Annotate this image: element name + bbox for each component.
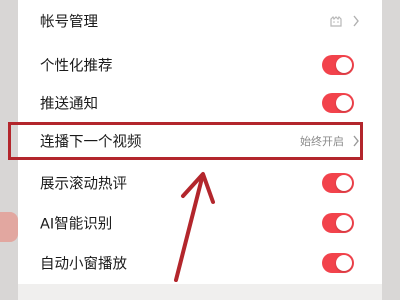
setting-label: 帐号管理 <box>40 14 98 31</box>
setting-label: 自动小窗播放 <box>40 256 127 273</box>
chevron-right-icon <box>353 15 359 27</box>
ai-recognition-toggle[interactable] <box>322 213 354 233</box>
setting-row-push-notifications[interactable]: 推送通知 <box>18 84 382 122</box>
background-right-edge <box>382 0 400 300</box>
toggle-knob <box>336 95 352 111</box>
setting-label: 个性化推荐 <box>40 58 113 75</box>
account-icon <box>330 15 342 27</box>
scrolling-hot-comments-toggle[interactable] <box>322 173 354 193</box>
toggle-knob <box>336 255 352 271</box>
setting-row-auto-mini-window[interactable]: 自动小窗播放 <box>18 244 382 282</box>
setting-row-personalized-recommendation[interactable]: 个性化推荐 <box>18 46 382 84</box>
setting-label: AI智能识别 <box>40 216 113 233</box>
push-notifications-toggle[interactable] <box>322 93 354 113</box>
background-decoration <box>0 212 18 242</box>
highlight-box <box>8 122 363 160</box>
auto-mini-window-toggle[interactable] <box>322 253 354 273</box>
setting-row-ai-recognition[interactable]: AI智能识别 <box>18 204 382 242</box>
toggle-knob <box>336 215 352 231</box>
list-footer-band <box>18 284 382 300</box>
personalized-recommendation-toggle[interactable] <box>322 55 354 75</box>
toggle-knob <box>336 175 352 191</box>
setting-row-account-management[interactable]: 帐号管理 <box>18 2 382 40</box>
toggle-knob <box>336 57 352 73</box>
setting-label: 展示滚动热评 <box>40 176 127 193</box>
setting-row-scrolling-hot-comments[interactable]: 展示滚动热评 <box>18 164 382 202</box>
setting-label: 推送通知 <box>40 96 98 113</box>
